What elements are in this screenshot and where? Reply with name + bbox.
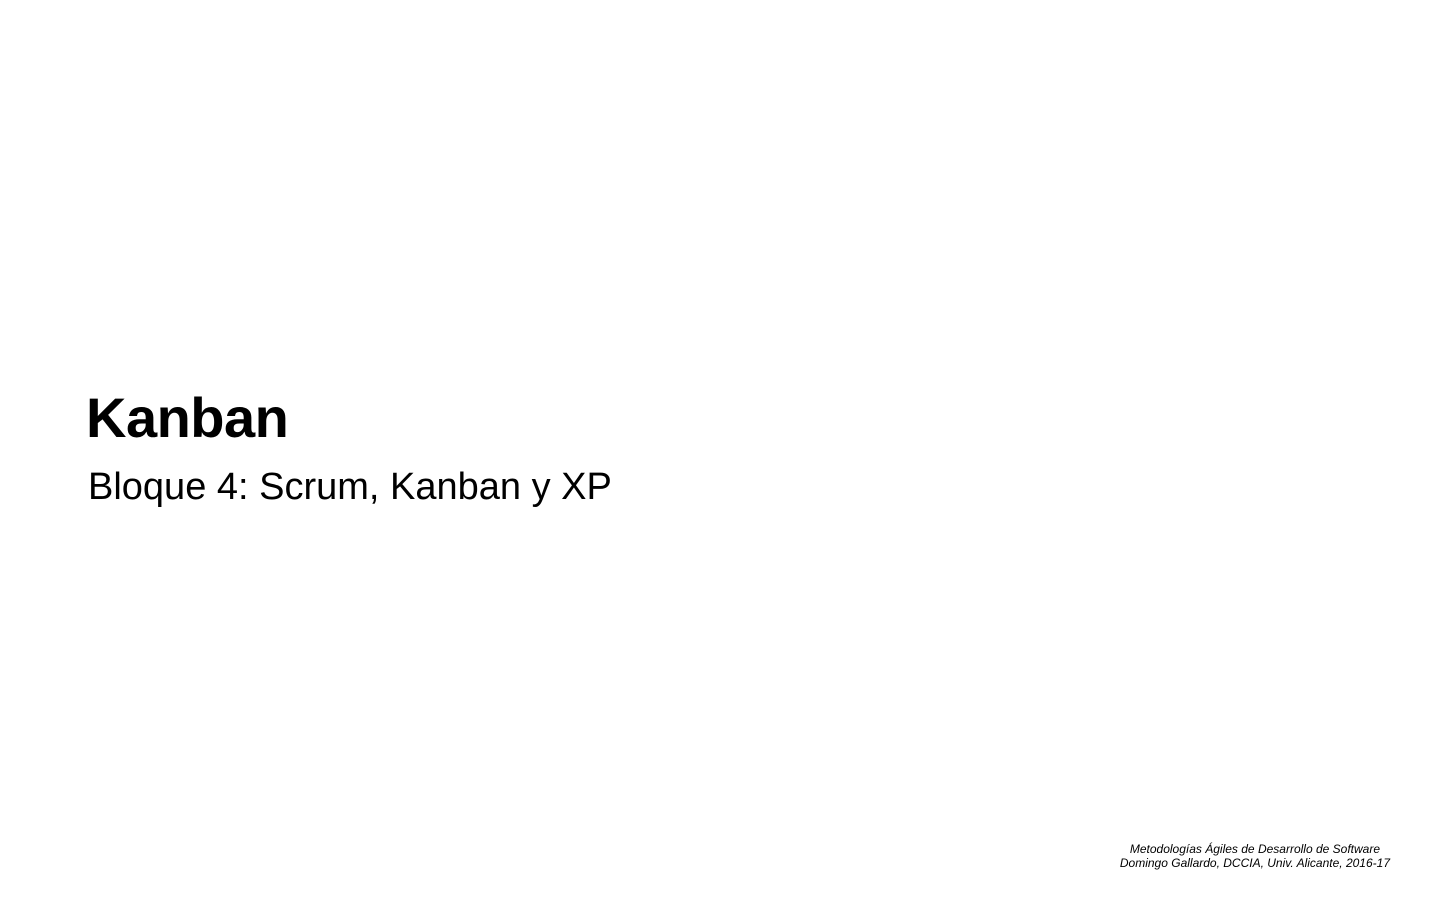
slide-subtitle: Bloque 4: Scrum, Kanban y XP [88,466,612,508]
slide: Kanban Bloque 4: Scrum, Kanban y XP Meto… [0,0,1440,900]
footer-course: Metodologías Ágiles de Desarrollo de Sof… [1129,842,1380,856]
footer-author: Domingo Gallardo, DCCIA, Univ. Alicante,… [1119,856,1390,870]
slide-title: Kanban [86,386,289,449]
slide-footer: Metodologías Ágiles de Desarrollo de Sof… [1120,842,1390,870]
